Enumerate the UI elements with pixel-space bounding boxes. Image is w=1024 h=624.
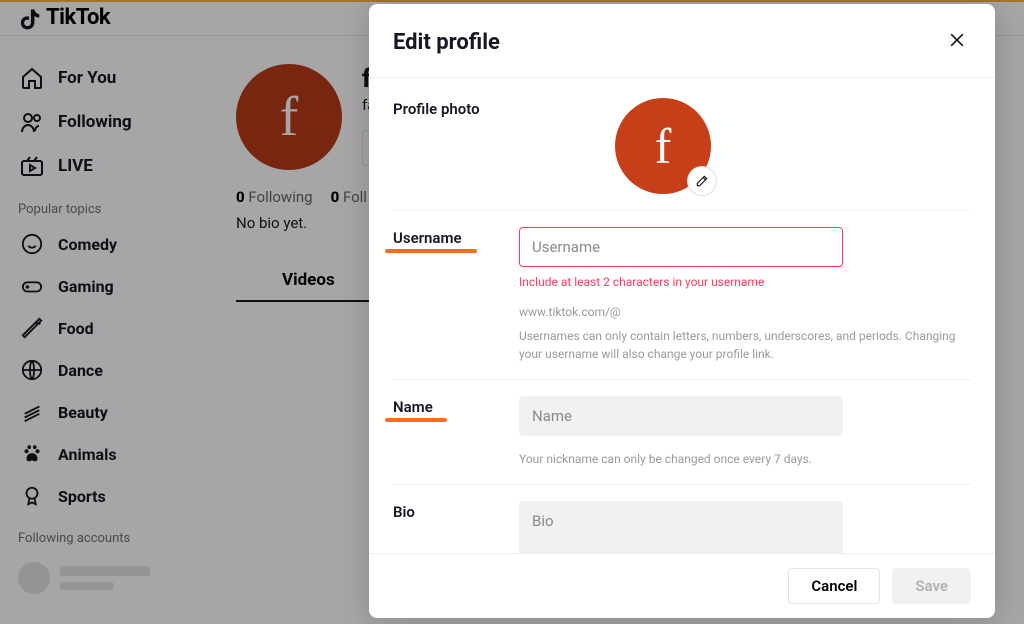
edit-avatar-button[interactable] (687, 166, 717, 196)
bio-input[interactable] (519, 501, 843, 553)
annotation-underline (385, 418, 447, 422)
username-url: www.tiktok.com/@ (519, 303, 971, 321)
close-button[interactable] (943, 26, 971, 59)
annotation-underline (385, 249, 477, 253)
username-input[interactable] (519, 227, 843, 267)
username-help: Usernames can only contain letters, numb… (519, 327, 971, 363)
username-label: Username (393, 227, 519, 363)
profile-photo-label: Profile photo (393, 98, 519, 194)
save-button[interactable]: Save (892, 568, 971, 604)
close-icon (947, 30, 967, 50)
pencil-icon (695, 174, 709, 188)
edit-profile-modal: Edit profile Profile photo f Username (369, 4, 995, 618)
username-error: Include at least 2 characters in your us… (519, 275, 971, 289)
name-label: Name (393, 396, 519, 468)
modal-title: Edit profile (393, 30, 500, 55)
bio-label: Bio (393, 501, 519, 553)
cancel-button[interactable]: Cancel (788, 568, 880, 604)
name-help: Your nickname can only be changed once e… (519, 450, 971, 468)
name-input[interactable] (519, 396, 843, 436)
